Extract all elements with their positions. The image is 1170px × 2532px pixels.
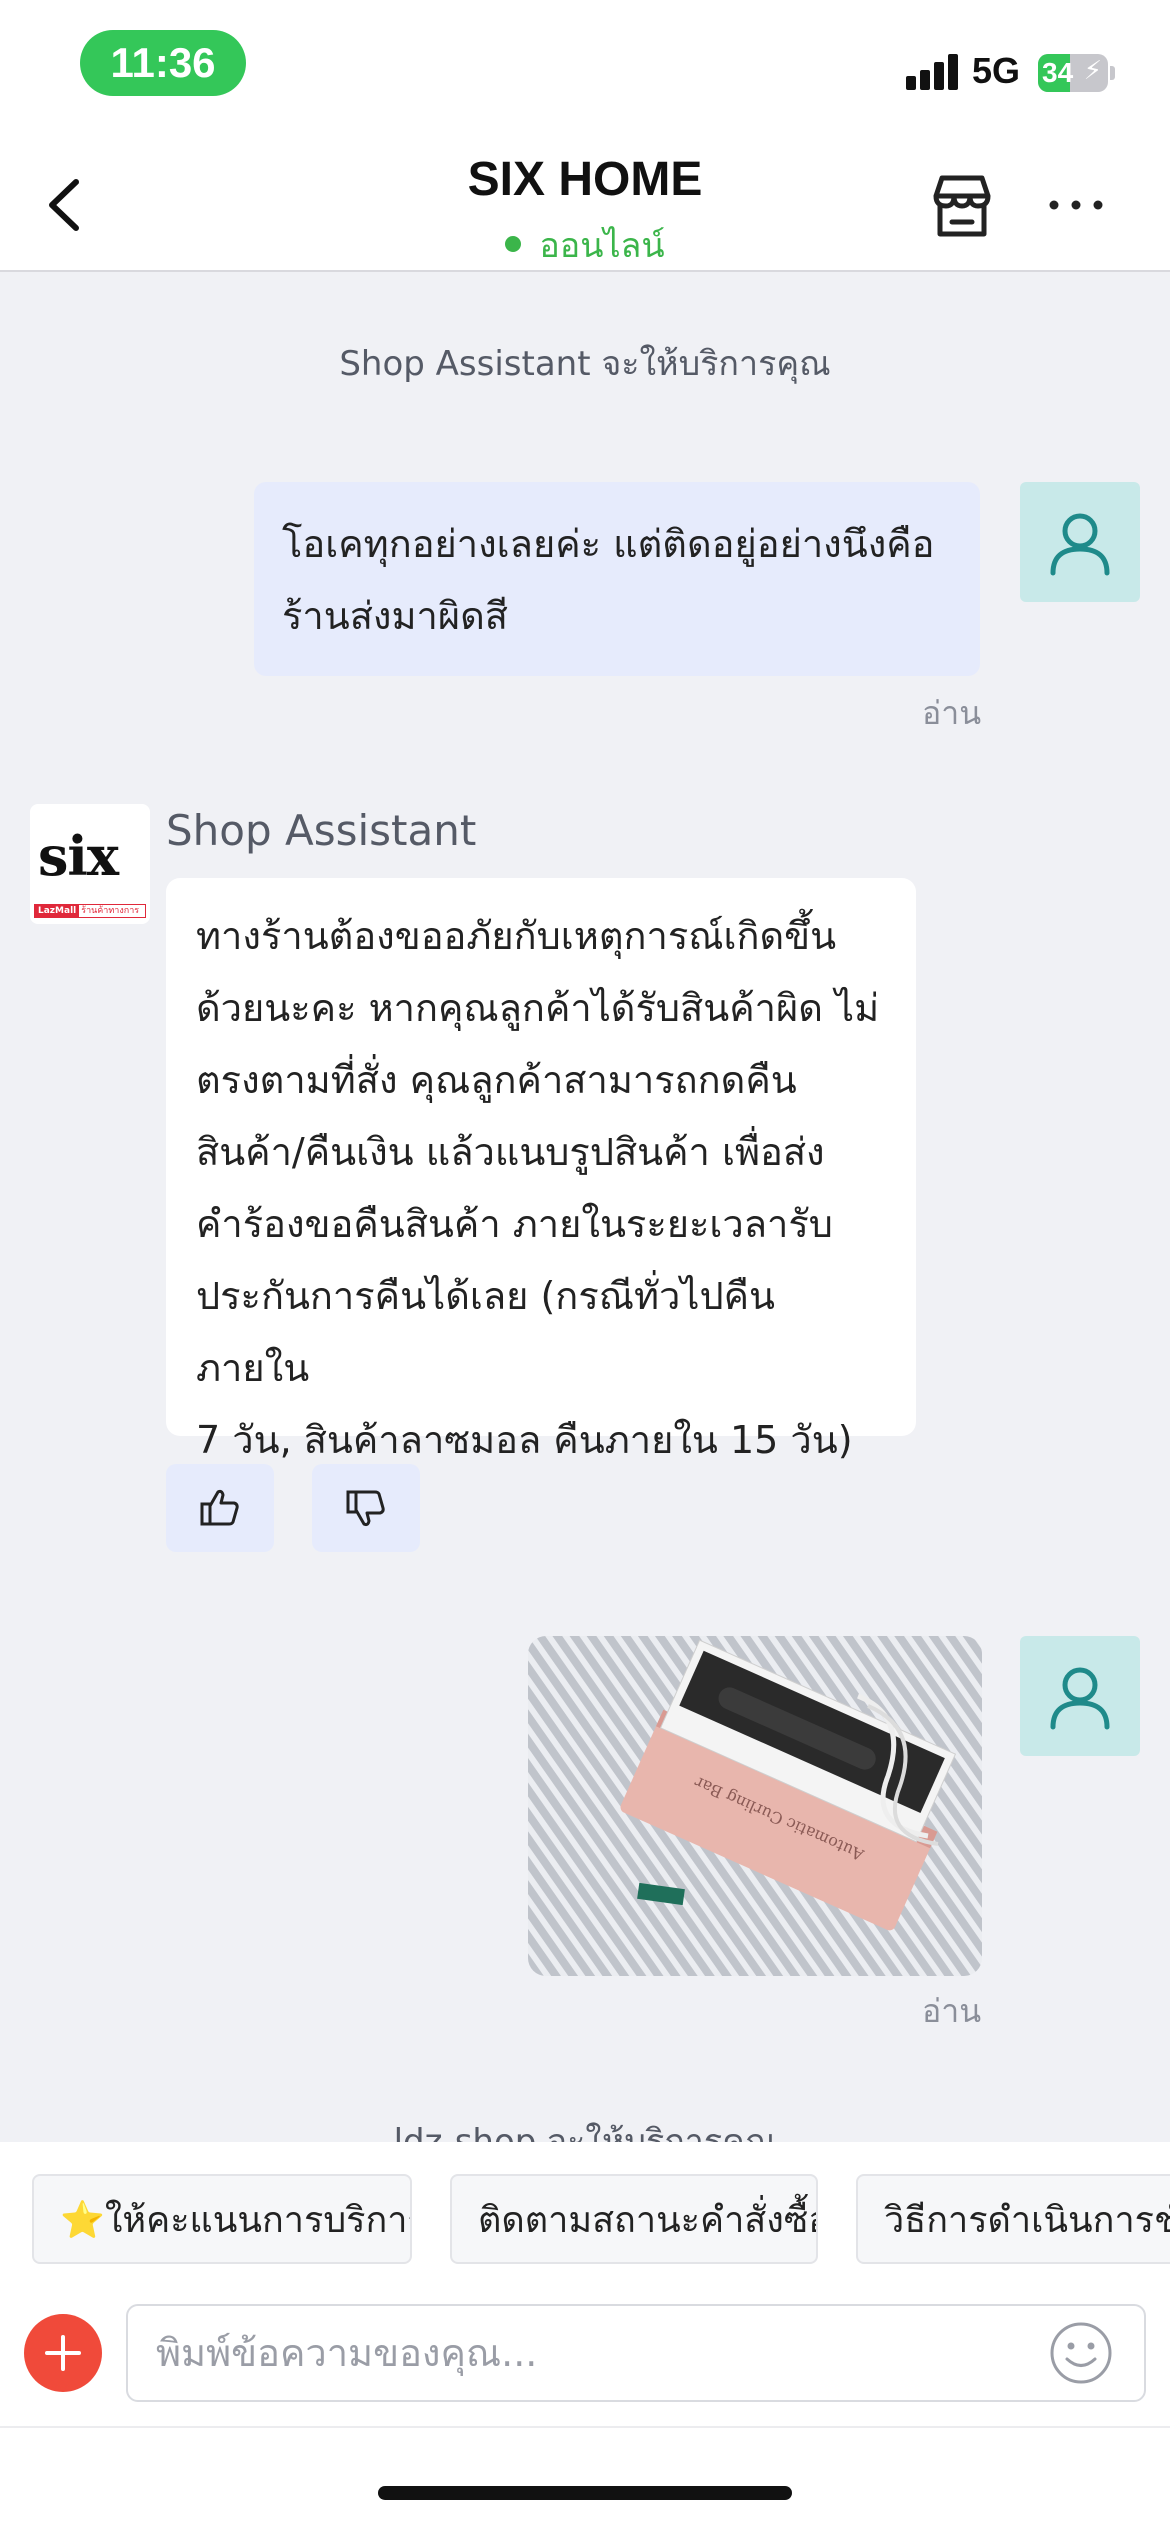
shop-logo-text: six bbox=[38, 824, 119, 888]
more-dots-icon bbox=[1049, 200, 1103, 210]
thumbs-up-button[interactable] bbox=[166, 1464, 274, 1552]
message-line: ประกันการคืนได้เลย (กรณีทั่วไปคืนภายใน bbox=[196, 1274, 775, 1390]
message-line: ด้วยนะคะ หากคุณลูกค้าได้รับสินค้าผิด ไม่ bbox=[196, 986, 880, 1030]
store-icon bbox=[933, 175, 991, 237]
read-receipt: อ่าน bbox=[922, 1992, 982, 2030]
message-line: โอเคทุกอย่างเลยค่ะ แต่ติดอยู่อย่างนึงคือ bbox=[282, 522, 935, 566]
add-attachment-button[interactable] bbox=[24, 2314, 102, 2392]
thumbs-up-icon bbox=[200, 1489, 239, 1526]
user-icon bbox=[1050, 513, 1110, 576]
chat-header: SIX HOME ออนไลน์ bbox=[0, 130, 1170, 272]
quick-reply-track-order[interactable]: ติดตามสถานะคำสั่งซื้อ bbox=[450, 2174, 818, 2264]
battery-icon: 34 ⚡ bbox=[1038, 54, 1108, 92]
message-input[interactable] bbox=[126, 2304, 1146, 2402]
quick-reply-payment-method[interactable]: วิธีการดำเนินการชำระ bbox=[856, 2174, 1170, 2264]
lazmall-badge: LazMall ร้านค้าทางการ bbox=[34, 904, 146, 918]
lazmall-badge-label: LazMall bbox=[35, 905, 80, 917]
divider bbox=[0, 2426, 1170, 2428]
shop-avatar[interactable]: six LazMall ร้านค้าทางการ bbox=[30, 804, 150, 924]
more-button[interactable] bbox=[1048, 190, 1104, 220]
user-avatar[interactable] bbox=[1020, 1636, 1140, 1756]
thumbs-down-icon bbox=[346, 1490, 385, 1527]
bot-message-bubble: ทางร้านต้องขออภัยกับเหตุการณ์เกิดขึ้น ด้… bbox=[166, 878, 916, 1462]
home-indicator[interactable] bbox=[378, 2486, 792, 2500]
smiley-icon bbox=[1050, 2322, 1112, 2384]
network-type: 5G bbox=[972, 50, 1021, 91]
charging-icon: ⚡ bbox=[1083, 56, 1102, 86]
signal-icon bbox=[906, 52, 960, 90]
store-button[interactable] bbox=[926, 170, 998, 242]
message-line: 7 วัน, สินค้าลาซมอล คืนภายใน 15 วัน) bbox=[196, 1418, 853, 1462]
message-line: ร้านส่งมาผิดสี bbox=[282, 594, 508, 638]
thumbs-down-button[interactable] bbox=[312, 1464, 420, 1552]
status-bar: 11:36 5G 34 ⚡ bbox=[0, 0, 1170, 130]
user-icon bbox=[1050, 1667, 1110, 1730]
sender-name: Shop Assistant bbox=[166, 806, 477, 855]
plus-icon bbox=[45, 2335, 81, 2371]
photo-message[interactable]: Automatic Curling Bar bbox=[528, 1636, 982, 1976]
message-line: สินค้า/คืนเงิน แล้วแนบรูปสินค้า เพื่อส่ง bbox=[196, 1130, 825, 1174]
message-line: ตรงตามที่สั่ง คุณลูกค้าสามารถกดคืน bbox=[196, 1058, 797, 1102]
official-store-label: ร้านค้าทางการ bbox=[81, 906, 140, 916]
product-photo: Automatic Curling Bar bbox=[528, 1636, 982, 1976]
emoji-button[interactable] bbox=[1048, 2320, 1114, 2386]
online-dot bbox=[505, 235, 522, 252]
read-receipt: อ่าน bbox=[922, 694, 982, 732]
status-time: 11:36 bbox=[80, 30, 246, 96]
online-label: ออนไลน์ bbox=[539, 226, 665, 266]
message-line: ทางร้านต้องขออภัยกับเหตุการณ์เกิดขึ้น bbox=[196, 914, 837, 958]
message-line: คำร้องขอคืนสินค้า ภายในระยะเวลารับ bbox=[196, 1202, 833, 1246]
user-avatar[interactable] bbox=[1020, 482, 1140, 602]
user-message-bubble: โอเคทุกอย่างเลยค่ะ แต่ติดอยู่อย่างนึงคือ… bbox=[254, 482, 980, 676]
quick-reply-rate-service[interactable]: ⭐ให้คะแนนการบริการ bbox=[32, 2174, 412, 2264]
battery-tip bbox=[1110, 66, 1115, 80]
system-note: Shop Assistant จะให้บริการคุณ bbox=[339, 344, 831, 384]
